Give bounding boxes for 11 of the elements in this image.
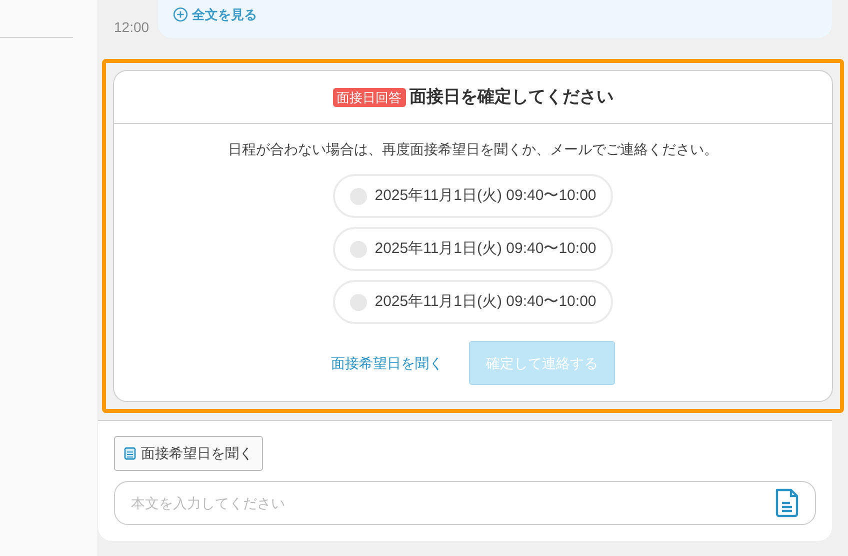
status-badge: 面接日回答: [332, 88, 406, 106]
message-input[interactable]: 本文を入力してください: [114, 481, 816, 525]
plus-circle-icon: [173, 7, 188, 22]
card-title: 面接日を確定してください: [410, 86, 614, 108]
ask-dates-button[interactable]: 面接希望日を聞く: [114, 436, 263, 471]
date-option[interactable]: 2025年11月1日(火) 09:40〜10:00: [332, 227, 614, 271]
document-icon[interactable]: [774, 488, 800, 518]
message-time: 12:00: [114, 18, 150, 37]
date-option[interactable]: 2025年11月1日(火) 09:40〜10:00: [332, 280, 614, 324]
instruction-text: 日程が合わない場合は、再度面接希望日を聞くか、メールでご連絡ください。: [228, 140, 718, 159]
date-option[interactable]: 2025年11月1日(火) 09:40〜10:00: [332, 174, 614, 218]
